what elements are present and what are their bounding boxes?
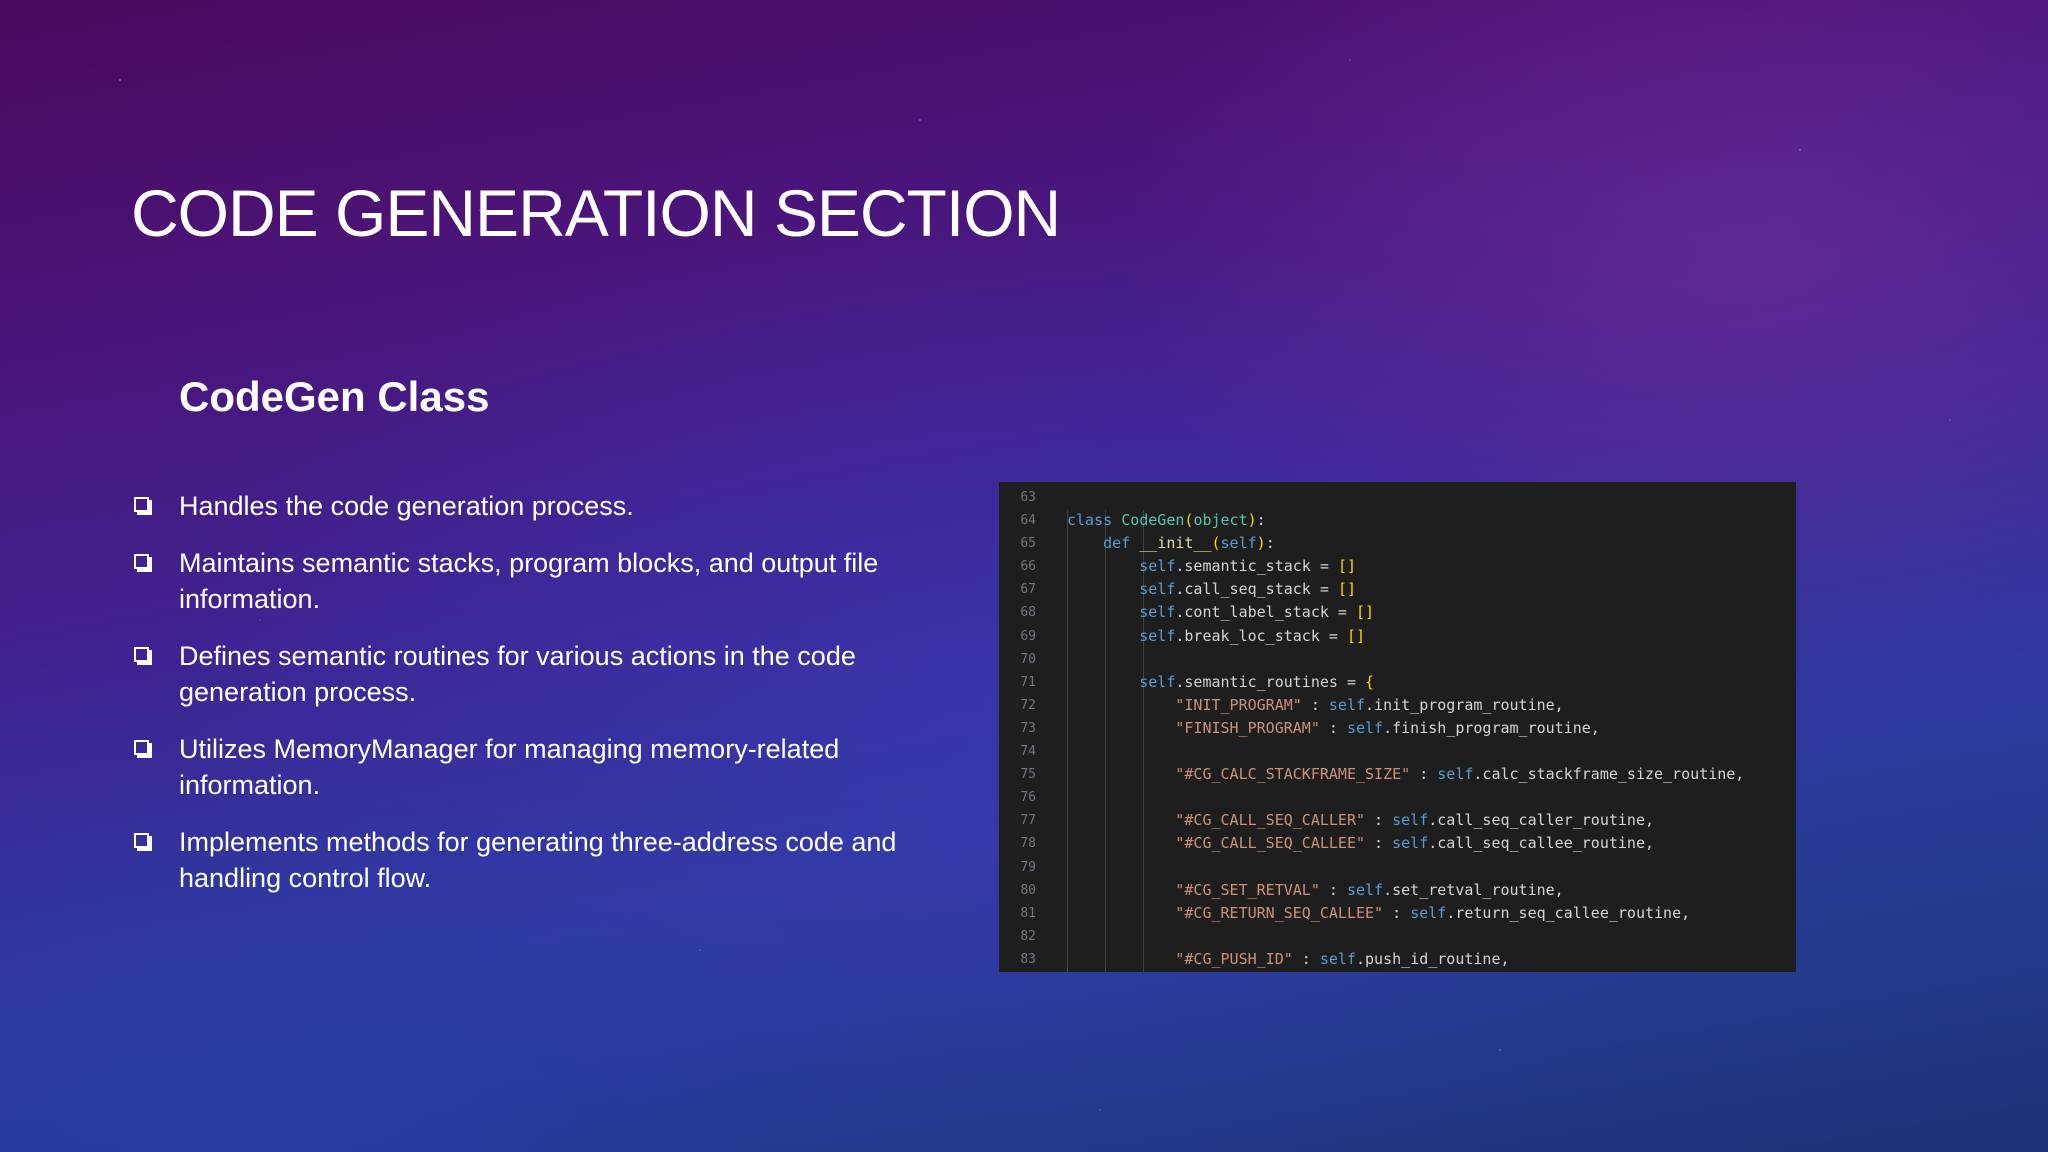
checkbox-bullet-icon	[134, 740, 149, 755]
bullet-text: Maintains semantic stacks, program block…	[179, 548, 879, 614]
line-number: 77	[1020, 813, 1036, 829]
bullet-list: Handles the code generation process. Mai…	[131, 488, 931, 917]
line-number: 78	[1020, 836, 1036, 852]
code-line: 77 "#CG_CALL_SEQ_CALLER" : self.call_seq…	[999, 809, 1796, 832]
slide-subtitle: CodeGen Class	[179, 373, 490, 420]
code-screenshot: 63 64 class CodeGen(object): 65 def __init_…	[999, 482, 1796, 972]
code-text: self.semantic_stack = []	[1139, 557, 1356, 576]
line-number: 81	[1020, 905, 1036, 921]
code-line: 78 "#CG_CALL_SEQ_CALLEE" : self.call_seq…	[999, 832, 1796, 855]
code-text: self.break_loc_stack = []	[1139, 626, 1366, 645]
code-line: 67 self.call_seq_stack = []	[999, 578, 1796, 601]
checkbox-bullet-icon	[134, 647, 149, 662]
line-number: 79	[1020, 859, 1036, 875]
line-number: 65	[1020, 536, 1036, 552]
checkbox-bullet-icon	[134, 497, 149, 512]
bullet-item: Maintains semantic stacks, program block…	[131, 545, 931, 617]
line-number: 73	[1020, 720, 1036, 736]
line-number: 67	[1020, 582, 1036, 598]
code-line: 71 self.semantic_routines = {	[999, 671, 1796, 694]
code-line: 69 self.break_loc_stack = []	[999, 625, 1796, 648]
code-lines: 63 64 class CodeGen(object): 65 def __init_…	[999, 486, 1796, 971]
bullet-item: Handles the code generation process.	[131, 488, 931, 524]
line-number: 64	[1020, 513, 1036, 529]
line-number: 82	[1020, 928, 1036, 944]
code-line: 75 "#CG_CALC_STACKFRAME_SIZE" : self.cal…	[999, 763, 1796, 786]
line-number: 76	[1020, 790, 1036, 806]
code-line: 63	[999, 486, 1796, 509]
code-text: self.call_seq_stack = []	[1139, 580, 1356, 599]
code-line: 83 "#CG_PUSH_ID" : self.push_id_routine,	[999, 948, 1796, 971]
checkbox-bullet-icon	[134, 554, 149, 569]
code-text: self.cont_label_stack = []	[1139, 603, 1375, 622]
code-line: 82	[999, 925, 1796, 948]
code-text: "#CG_RETURN_SEQ_CALLEE" : self.return_se…	[1175, 903, 1691, 922]
code-line: 68 self.cont_label_stack = []	[999, 601, 1796, 624]
line-number: 74	[1020, 744, 1036, 760]
code-line: 79	[999, 856, 1796, 879]
line-number: 80	[1020, 882, 1036, 898]
line-number: 72	[1020, 697, 1036, 713]
line-number: 68	[1020, 605, 1036, 621]
checkbox-bullet-icon	[134, 833, 149, 848]
bullet-text: Handles the code generation process.	[179, 491, 634, 521]
code-line: 73 "FINISH_PROGRAM" : self.finish_progra…	[999, 717, 1796, 740]
line-number: 70	[1020, 651, 1036, 667]
line-number: 71	[1020, 674, 1036, 690]
code-line: 81 "#CG_RETURN_SEQ_CALLEE" : self.return…	[999, 902, 1796, 925]
code-text: self.semantic_routines = {	[1139, 672, 1375, 691]
code-text: "INIT_PROGRAM" : self.init_program_routi…	[1175, 695, 1564, 714]
code-line: 74	[999, 740, 1796, 763]
line-number: 69	[1020, 628, 1036, 644]
bullet-text: Defines semantic routines for various ac…	[179, 641, 856, 707]
code-text: "#CG_PUSH_ID" : self.push_id_routine,	[1175, 949, 1510, 968]
code-line: 70	[999, 648, 1796, 671]
bullet-item: Implements methods for generating three-…	[131, 824, 931, 896]
bullet-item: Defines semantic routines for various ac…	[131, 638, 931, 710]
line-number: 66	[1020, 559, 1036, 575]
code-line: 76	[999, 786, 1796, 809]
line-number: 75	[1020, 767, 1036, 783]
code-text: "#CG_CALC_STACKFRAME_SIZE" : self.calc_s…	[1175, 765, 1745, 784]
slide-title: CODE GENERATION SECTION	[131, 176, 1061, 250]
code-text: "FINISH_PROGRAM" : self.finish_program_r…	[1175, 718, 1600, 737]
code-line: 65 def __init__(self):	[999, 532, 1796, 555]
code-text: def __init__(self):	[1103, 534, 1275, 553]
code-text: class CodeGen(object):	[1067, 511, 1266, 530]
line-number: 63	[1020, 490, 1036, 505]
line-number: 83	[1020, 951, 1036, 967]
code-line: 72 "INIT_PROGRAM" : self.init_program_ro…	[999, 694, 1796, 717]
bullet-text: Implements methods for generating three-…	[179, 827, 897, 893]
code-text: "#CG_CALL_SEQ_CALLEE" : self.call_seq_ca…	[1175, 834, 1655, 853]
bullet-item: Utilizes MemoryManager for managing memo…	[131, 731, 931, 803]
code-line: 66 self.semantic_stack = []	[999, 555, 1796, 578]
code-line: 64 class CodeGen(object):	[999, 509, 1796, 532]
code-text: "#CG_CALL_SEQ_CALLER" : self.call_seq_ca…	[1175, 811, 1655, 830]
code-line: 80 "#CG_SET_RETVAL" : self.set_retval_ro…	[999, 879, 1796, 902]
bullet-text: Utilizes MemoryManager for managing memo…	[179, 734, 840, 800]
code-text: "#CG_SET_RETVAL" : self.set_retval_routi…	[1175, 880, 1564, 899]
